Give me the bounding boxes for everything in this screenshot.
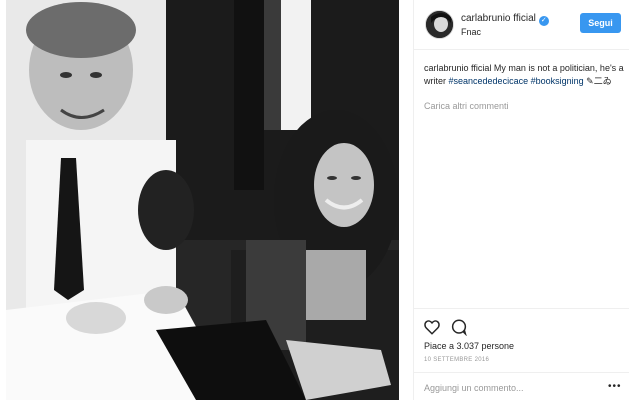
heart-icon[interactable] [423, 318, 441, 336]
load-more-comments-link[interactable]: Carica altri commenti [424, 101, 509, 111]
username-text[interactable]: carlabrunio fficial [461, 13, 536, 24]
verified-badge-icon: ✓ [538, 16, 549, 26]
avatar[interactable] [425, 10, 454, 39]
likes-count[interactable]: Piace a 3.037 persone [424, 341, 514, 351]
username[interactable]: carlabrunio fficial ✓ [461, 13, 549, 26]
hashtag-link[interactable]: #booksigning [531, 76, 584, 86]
hashtag-link[interactable]: #seancededecicace [449, 76, 529, 86]
post-photo[interactable] [6, 0, 399, 400]
comment-icon[interactable] [450, 318, 468, 337]
more-options-button[interactable]: ••• [608, 382, 622, 392]
caption-emoji: ✎二ゐ [586, 75, 612, 86]
post-sidebar: carlabrunio fficial ✓ Fnac Segui carlabru… [413, 0, 629, 400]
location[interactable]: Fnac [461, 27, 481, 37]
caption-author[interactable]: carlabrunio fficial [424, 63, 491, 73]
post-header: carlabrunio fficial ✓ Fnac Segui [414, 0, 629, 50]
avatar-image [426, 11, 453, 38]
divider [414, 372, 629, 373]
photo-image [6, 0, 399, 400]
follow-button[interactable]: Segui [580, 13, 621, 33]
caption: carlabrunio fficial My man is not a poli… [424, 62, 624, 87]
divider [414, 308, 629, 309]
post-date[interactable]: 10 settembre 2016 [424, 357, 489, 363]
comment-input[interactable] [424, 381, 594, 395]
